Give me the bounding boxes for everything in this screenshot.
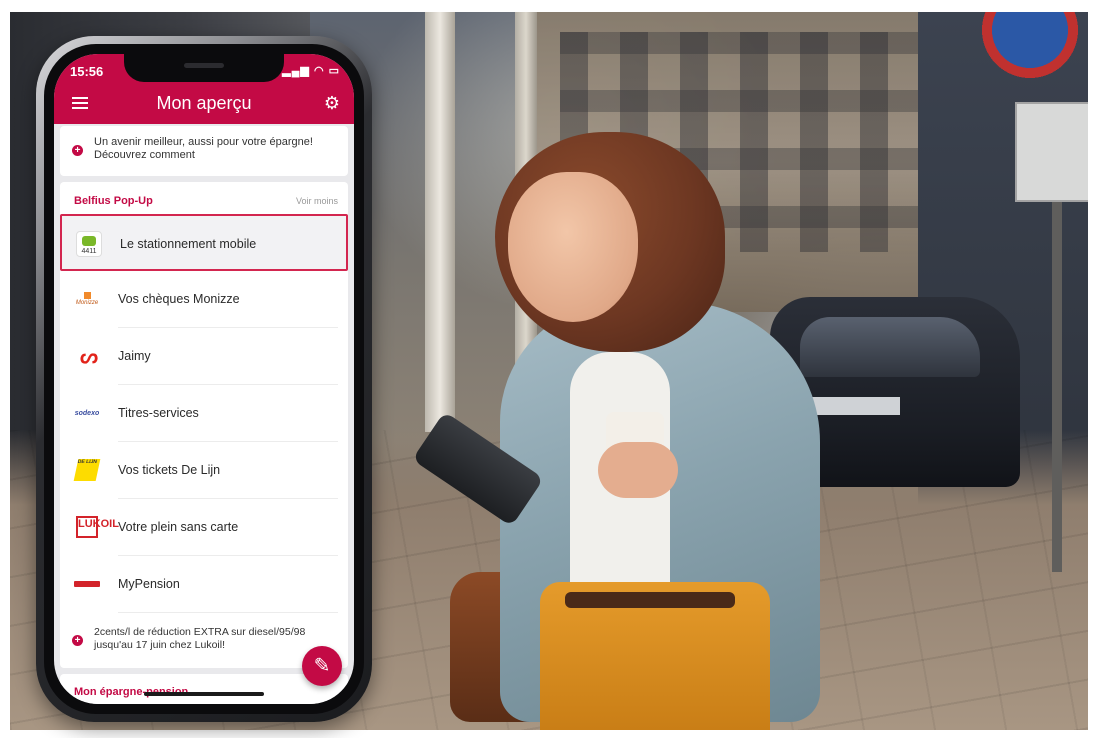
home-indicator	[144, 692, 264, 696]
status-time: 15:56	[70, 64, 104, 79]
promo-line-1: Un avenir meilleur, aussi pour votre épa…	[94, 136, 313, 148]
service-label: Votre plein sans carte	[118, 520, 239, 534]
sign-plate	[1015, 102, 1088, 202]
overview-content: + Un avenir meilleur, aussi pour votre é…	[54, 124, 354, 704]
logo-monizze: Monizze	[72, 286, 102, 312]
plus-circle-icon: +	[72, 145, 83, 156]
woman-hand	[598, 442, 678, 498]
popup-card: Belfius Pop-Up Voir moins 4411 Le statio…	[60, 182, 348, 668]
page-title: Mon aperçu	[156, 93, 252, 113]
service-item-delijn[interactable]: DE LIJN Vos tickets De Lijn	[60, 442, 348, 499]
promo-text: 2cents/l de réduction EXTRA sur diesel/9…	[94, 626, 339, 652]
pension-savings-section[interactable]: Mon épargne-pension	[60, 674, 348, 704]
service-label: Vos tickets De Lijn	[118, 463, 221, 477]
promo-text: Un avenir meilleur, aussi pour votre épa…	[94, 136, 339, 162]
service-label: Le stationnement mobile	[120, 237, 257, 251]
woman-belt	[565, 592, 735, 608]
promo-line-2: Découvrez comment	[94, 149, 195, 161]
service-item-lukoil[interactable]: LUKOIL Votre plein sans carte	[60, 499, 348, 556]
app-header: Mon aperçu ⚙	[54, 84, 354, 124]
logo-jaimy: ᔕ	[80, 345, 98, 368]
service-item-mypension[interactable]: MyPension	[60, 556, 348, 613]
service-label: Vos chèques Monizze	[118, 292, 240, 306]
pencil-icon[interactable]: ✎	[302, 646, 342, 686]
service-label: Titres-services	[118, 406, 199, 420]
service-item-sodexo[interactable]: sodexo Titres-services	[60, 385, 348, 442]
see-less-link[interactable]: Voir moins	[296, 196, 338, 206]
promo-banner[interactable]: + Un avenir meilleur, aussi pour votre é…	[60, 126, 348, 176]
plus-circle-icon: +	[72, 635, 83, 646]
gear-icon[interactable]: ⚙	[324, 93, 340, 113]
service-item-parking[interactable]: 4411 Le stationnement mobile	[60, 214, 348, 271]
phone-notch	[124, 54, 284, 82]
service-label: MyPension	[118, 577, 180, 591]
popup-title: Belfius Pop-Up	[74, 195, 153, 207]
service-item-jaimy[interactable]: ᔕ Jaimy	[60, 328, 348, 385]
logo-mypension	[72, 571, 102, 597]
phone-screen: 15:56 ▂▄▆ ◠ ▭ Mon aperçu ⚙ + Un avenir m…	[54, 54, 354, 704]
service-item-monizze[interactable]: Monizze Vos chèques Monizze	[60, 271, 348, 328]
logo-delijn: DE LIJN	[72, 457, 102, 483]
woman-face	[508, 172, 638, 322]
logo-4411: 4411	[74, 231, 104, 257]
signal-wifi-battery-icon: ▂▄▆ ◠ ▭	[282, 65, 340, 77]
promo-line-1: 2cents/l de réduction EXTRA sur diesel/9…	[94, 626, 306, 638]
service-label: Jaimy	[118, 349, 151, 363]
logo-sodexo: sodexo	[74, 409, 100, 417]
logo-lukoil: LUKOIL	[72, 514, 119, 540]
promo-line-2: jusqu'au 17 juin chez Lukoil!	[94, 639, 226, 651]
pillar	[425, 12, 455, 432]
